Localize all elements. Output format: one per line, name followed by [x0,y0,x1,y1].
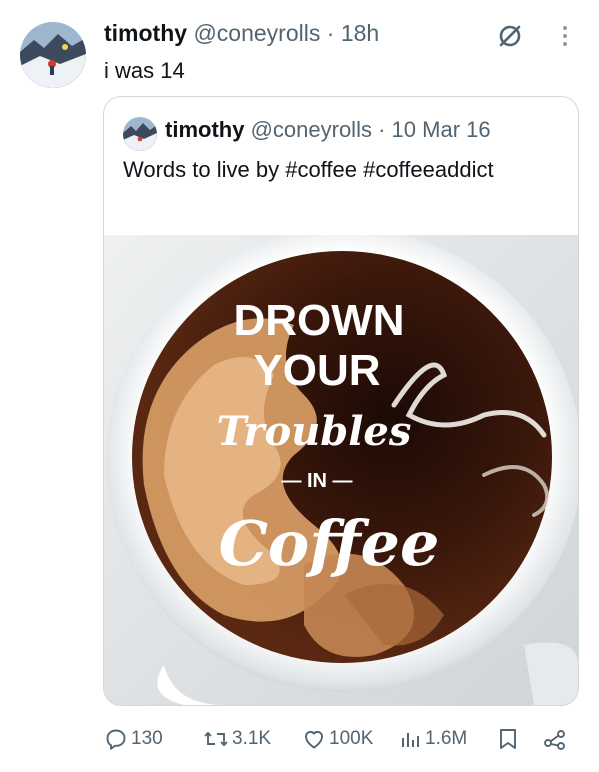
quoted-header: timothy @coneyrolls · 10 Mar 16 [165,117,491,143]
view-count: 1.6M [425,728,468,749]
quoted-author-name: timothy [165,117,245,142]
quoted-tweet[interactable]: timothy @coneyrolls · 10 Mar 16 Words to… [103,96,579,706]
author-name[interactable]: timothy [104,20,187,46]
share-button[interactable] [542,726,568,752]
quoted-date: 10 Mar 16 [391,117,491,142]
post-time[interactable]: 18h [341,20,379,46]
bookmark-icon [500,729,516,749]
quoted-author-handle: @coneyrolls [250,117,372,142]
post-text: i was 14 [104,58,185,83]
repost-icon [204,731,228,747]
bookmark-button[interactable] [497,726,519,752]
quoted-text: Words to live by #coffee #coffeeaddict [123,157,494,182]
more-vertical-icon[interactable] [555,22,575,50]
share-icon [544,730,565,750]
author-handle[interactable]: @coneyrolls [193,20,320,46]
repost-button[interactable]: 3.1K [203,726,271,752]
repost-count: 3.1K [232,728,272,749]
like-button[interactable]: 100K [302,726,373,752]
coffee-image[interactable]: DROWN YOUR Troubles — IN — Coffee [104,228,578,705]
image-text-your: YOUR [253,346,380,395]
reply-count: 130 [131,728,163,749]
reply-icon [106,729,126,750]
heart-icon [305,731,323,749]
image-text-coffee: Coffee [219,507,440,580]
avatar-image [20,22,86,88]
bar-chart-icon [402,733,419,747]
quoted-separator-dot: · [378,117,386,142]
post-header: timothy @coneyrolls · 18h [104,20,379,47]
separator-dot: · [326,20,335,46]
image-text-troubles: Troubles [217,408,412,455]
reply-button[interactable]: 130 [104,726,163,752]
like-count: 100K [329,728,374,749]
action-bar: 130 3.1K 100K 1.6M [0,718,599,758]
quoted-avatar-image [123,117,157,151]
views-button[interactable]: 1.6M [398,726,467,752]
image-text-in: — IN — [281,470,352,492]
quoted-avatar [123,117,157,151]
image-text-drown: DROWN [233,296,404,345]
avatar[interactable] [20,22,86,88]
no-circle-icon[interactable] [496,22,524,50]
